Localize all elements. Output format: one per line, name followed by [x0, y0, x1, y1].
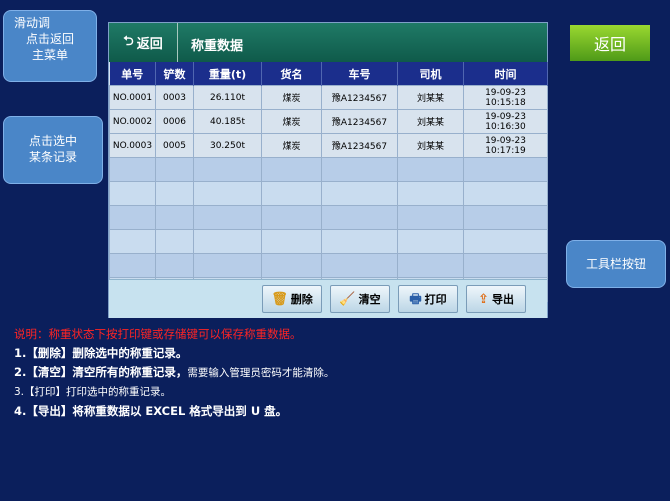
page-title: 称重数据 — [191, 39, 244, 54]
export-button[interactable]: ⇪ 导出 — [466, 285, 526, 313]
return-arrow-icon: ⮌ — [123, 33, 134, 49]
table-cell: 豫A1234567 — [321, 109, 398, 134]
instruction-text: 需要输入管理员密码才能清除。 — [187, 367, 335, 379]
table-cell: 26.110t — [193, 85, 262, 110]
table-cell: NO.0003 — [109, 133, 156, 158]
hint-text: 滑动调 — [14, 16, 51, 30]
print-button-label: 打印 — [424, 293, 447, 306]
table-cell: NO.0001 — [109, 85, 156, 110]
table-cell: 30.250t — [193, 133, 262, 158]
table-cell: 40.185t — [193, 109, 262, 134]
column-header: 车号 — [321, 62, 398, 86]
instruction-item: 2.【清空】清空所有的称重记录，需要输入管理员密码才能清除。 — [14, 363, 574, 383]
table-cell: 0006 — [155, 109, 194, 134]
instruction-text: 2.【清空】清空所有的称重记录， — [14, 365, 188, 379]
instructions: 说明：称重状态下按打印键或存储键可以保存称重数据。 1.【删除】删除选中的称重记… — [14, 325, 574, 421]
hint-text: 点击返回 — [25, 32, 74, 46]
column-header: 重量(t) — [193, 62, 262, 86]
empty-row — [109, 229, 548, 254]
table-cell: 刘某某 — [397, 85, 464, 110]
table-cell: 豫A1234567 — [321, 133, 398, 158]
print-button[interactable]: 🖶 打印 — [398, 285, 458, 313]
hint-text: 主菜单 — [31, 48, 68, 62]
table-cell: 刘某某 — [397, 133, 464, 158]
table-cell: 19-09-23 10:15:18 — [463, 85, 548, 110]
column-header: 铲数 — [155, 62, 194, 86]
table-cell: 煤炭 — [261, 109, 322, 134]
table-cell: 刘某某 — [397, 109, 464, 134]
clear-button[interactable]: 🧹 清空 — [330, 285, 390, 313]
hint-bubble-back: 滑动调 点击返回 主菜单 — [3, 10, 97, 82]
delete-button-label: 删除 — [290, 293, 313, 306]
hint-text: 点击选中 — [28, 134, 77, 148]
back-button[interactable]: ⮌ 返回 — [109, 23, 178, 62]
return-button[interactable]: 返回 — [570, 25, 650, 61]
instruction-item: 3.【打印】打印选中的称重记录。 — [14, 386, 172, 398]
table-row[interactable]: NO.0001 0003 26.110t 煤炭 豫A1234567 刘某某 19… — [109, 85, 548, 110]
back-button-label: 返回 — [136, 37, 163, 52]
table-cell: 煤炭 — [261, 133, 322, 158]
table-cell: 0005 — [155, 133, 194, 158]
top-bar: ⮌ 返回 称重数据 — [109, 23, 547, 62]
table-cell: 豫A1234567 — [321, 85, 398, 110]
table-cell: NO.0002 — [109, 109, 156, 134]
export-button-label: 导出 — [491, 293, 514, 306]
column-header: 货名 — [261, 62, 322, 86]
printer-icon: 🖶 — [409, 291, 422, 307]
empty-row — [109, 205, 548, 230]
weighing-records-table: 单号 铲数 重量(t) 货名 车号 司机 时间 NO.0001 0003 26.… — [109, 62, 548, 302]
hint-text: 工具栏按钮 — [585, 257, 646, 271]
table-cell: 0003 — [155, 85, 194, 110]
instruction-item: 4.【导出】将称重数据以 EXCEL 格式导出到 U 盘。 — [14, 404, 288, 418]
weighing-screen: ⮌ 返回 称重数据 单号 铲数 重量(t) 货名 车号 司机 时间 NO.000… — [108, 22, 548, 318]
hint-bubble-select: 点击选中 某条记录 — [3, 116, 103, 184]
column-header: 时间 — [463, 62, 548, 86]
column-header: 司机 — [397, 62, 464, 86]
table-cell: 煤炭 — [261, 85, 322, 110]
hint-bubble-toolbar: 工具栏按钮 — [566, 240, 666, 288]
empty-row — [109, 253, 548, 278]
export-icon: ⇪ — [478, 291, 489, 307]
column-header: 单号 — [109, 62, 156, 86]
empty-row — [109, 157, 548, 182]
hint-text: 某条记录 — [28, 150, 77, 164]
table-row[interactable]: NO.0003 0005 30.250t 煤炭 豫A1234567 刘某某 19… — [109, 133, 548, 158]
table-cell: 19-09-23 10:17:19 — [463, 133, 548, 158]
instructions-intro: 说明：称重状态下按打印键或存储键可以保存称重数据。 — [14, 327, 302, 341]
table-row[interactable]: NO.0002 0006 40.185t 煤炭 豫A1234567 刘某某 19… — [109, 109, 548, 134]
empty-row — [109, 181, 548, 206]
instruction-item: 1.【删除】删除选中的称重记录。 — [14, 346, 188, 360]
toolbar: 🗑 删除 🧹 清空 🖶 打印 ⇪ 导出 — [109, 279, 547, 318]
broom-icon: 🧹 — [339, 291, 356, 307]
delete-button[interactable]: 🗑 删除 — [262, 285, 322, 313]
table-header-row: 单号 铲数 重量(t) 货名 车号 司机 时间 — [109, 62, 548, 86]
table-cell: 19-09-23 10:16:30 — [463, 109, 548, 134]
clear-button-label: 清空 — [358, 293, 381, 306]
trash-icon: 🗑 — [271, 291, 288, 307]
